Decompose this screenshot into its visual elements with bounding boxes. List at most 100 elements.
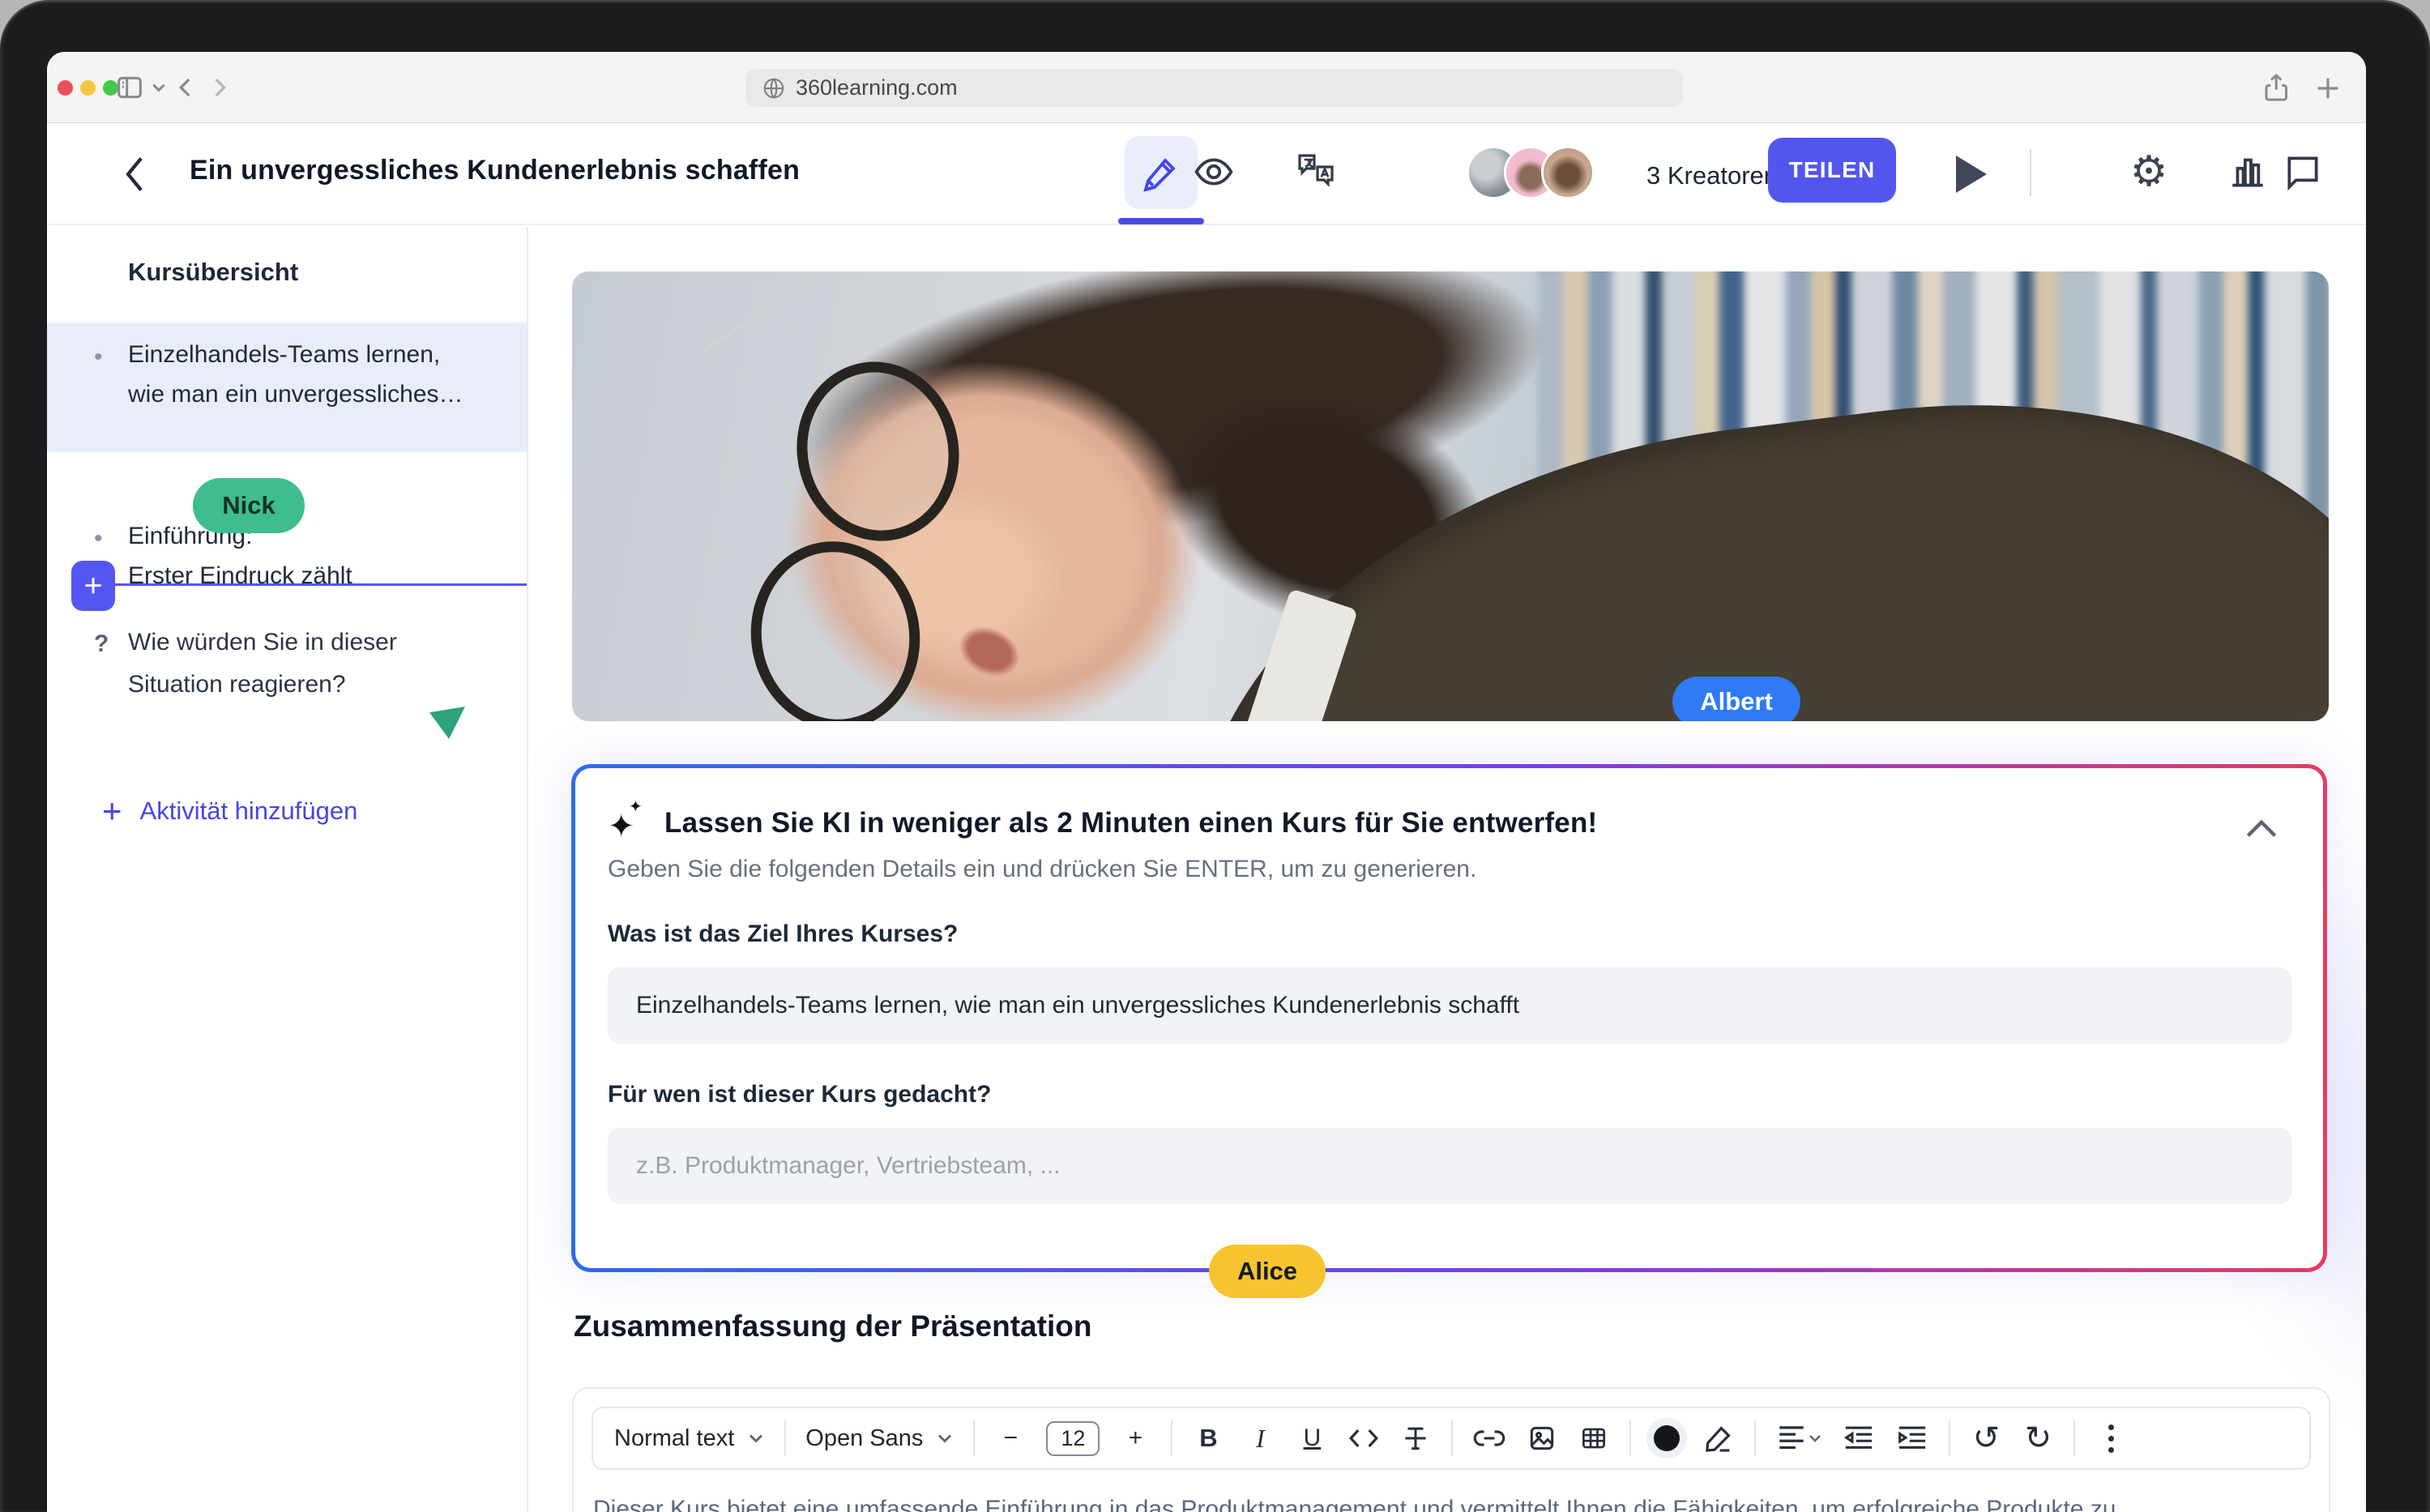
paragraph-style-select[interactable]: Normal text — [614, 1425, 765, 1452]
statistics-button[interactable] — [2219, 143, 2277, 201]
chevron-down-icon — [747, 1433, 765, 1444]
goal-field-label: Was ist das Ziel Ihres Kurses? — [608, 920, 2291, 948]
align-left-icon — [1775, 1424, 1808, 1453]
question-mark-icon: ? — [94, 630, 109, 658]
translate-icon — [1293, 149, 1339, 194]
underline-button[interactable]: U — [1296, 1417, 1328, 1459]
tab-preview-mode[interactable] — [1185, 143, 1243, 201]
chevron-down-icon[interactable] — [151, 81, 167, 94]
creator-avatars[interactable] — [1467, 146, 1595, 199]
increase-font-size-button[interactable]: + — [1119, 1417, 1151, 1459]
indent-icon — [1895, 1424, 1929, 1453]
table-icon — [1578, 1423, 1609, 1454]
sidebar-heading: Kursübersicht — [128, 258, 298, 287]
chevron-down-icon — [1808, 1433, 1822, 1443]
sparkle-icon: ✦✦ — [608, 805, 643, 841]
globe-icon — [762, 76, 786, 100]
content-layout: Kursübersicht • Einzelhandels-Teams lern… — [47, 227, 2366, 1512]
color-swatch — [1654, 1425, 1680, 1451]
indent-button[interactable] — [1895, 1417, 1929, 1459]
course-header: Ein unvergessliches Kundenerlebnis schaf… — [47, 123, 2366, 225]
code-icon — [1347, 1424, 1380, 1452]
browser-window: 360learning.com Ein unvergessliches Kund… — [47, 52, 2366, 1512]
forward-nav-icon[interactable] — [203, 71, 235, 104]
bold-button[interactable]: B — [1192, 1417, 1224, 1459]
insert-position-line — [115, 583, 527, 586]
bullet-icon: • — [94, 525, 103, 553]
course-title: Ein unvergessliches Kundenerlebnis schaf… — [190, 155, 800, 186]
highlight-button[interactable] — [1702, 1417, 1735, 1459]
ai-panel-title: Lassen Sie KI in weniger als 2 Minuten e… — [664, 807, 1597, 839]
tab-overview-icon[interactable] — [2361, 71, 2366, 105]
cursor-pointer-icon — [429, 707, 465, 739]
back-icon[interactable] — [122, 154, 149, 194]
link-icon — [1472, 1424, 1506, 1452]
browser-toolbar: 360learning.com — [47, 52, 2366, 123]
highlighter-icon — [1702, 1422, 1735, 1454]
course-outline-sidebar: Kursübersicht • Einzelhandels-Teams lern… — [47, 227, 528, 1512]
presentation-summary-text[interactable]: Dieser Kurs bietet eine umfassende Einfü… — [593, 1491, 2287, 1512]
text-color-button[interactable] — [1651, 1417, 1683, 1459]
header-divider — [2030, 149, 2031, 196]
collaborator-cursor-albert: Albert — [1672, 677, 1800, 721]
share-icon[interactable] — [2261, 71, 2295, 105]
collapse-panel-button[interactable] — [2245, 818, 2278, 839]
play-button[interactable] — [1956, 156, 1987, 193]
font-size-value[interactable]: 12 — [1046, 1421, 1100, 1456]
eye-icon — [1192, 150, 1236, 194]
plus-icon: + — [102, 794, 122, 828]
align-select[interactable] — [1775, 1417, 1822, 1459]
decrease-font-size-button[interactable]: − — [994, 1417, 1027, 1459]
sidebar-item-label[interactable]: Einzelhandels-Teams lernen, wie man ein … — [128, 335, 463, 414]
undo-button[interactable]: ↺ — [1970, 1417, 2002, 1459]
audience-field-label: Für wen ist dieser Kurs gedacht? — [608, 1081, 2291, 1108]
minimize-window-button[interactable] — [80, 80, 96, 96]
avatar — [1541, 146, 1595, 199]
bar-chart-icon — [2227, 152, 2268, 192]
collaborator-cursor-nick: Nick — [193, 478, 305, 533]
collaborator-cursor-alice: Alice — [1209, 1245, 1326, 1298]
redo-button[interactable]: ↻ — [2022, 1417, 2054, 1459]
italic-button[interactable]: I — [1244, 1417, 1276, 1459]
creators-count: 3 Kreatoren — [1646, 161, 1778, 190]
font-family-select[interactable]: Open Sans — [805, 1425, 954, 1452]
sidebar-toggle-icon[interactable] — [113, 71, 146, 104]
pencil-icon — [1142, 153, 1181, 192]
outdent-button[interactable] — [1842, 1417, 1876, 1459]
address-bar[interactable]: 360learning.com — [745, 69, 1683, 107]
strikethrough-button[interactable] — [1399, 1417, 1432, 1459]
code-button[interactable] — [1347, 1417, 1380, 1459]
sidebar-item-question[interactable]: Wie würden Sie in dieser Situation reagi… — [128, 621, 397, 706]
goal-input[interactable] — [608, 967, 2291, 1044]
bullet-icon: • — [94, 344, 103, 371]
new-tab-icon[interactable] — [2311, 71, 2345, 105]
chevron-down-icon — [936, 1433, 954, 1444]
translate-button[interactable] — [1287, 143, 1345, 201]
link-button[interactable] — [1472, 1417, 1506, 1459]
outdent-icon — [1842, 1424, 1876, 1453]
gear-icon: ⚙ — [2130, 151, 2168, 193]
audience-input[interactable] — [608, 1128, 2291, 1204]
back-nav-icon[interactable] — [170, 71, 203, 104]
more-options-button[interactable] — [2095, 1417, 2127, 1459]
insert-table-button[interactable] — [1578, 1417, 1610, 1459]
active-tab-indicator — [1118, 218, 1204, 224]
settings-button[interactable]: ⚙ — [2120, 143, 2178, 201]
image-icon — [1527, 1423, 1557, 1454]
ai-panel-subtitle: Geben Sie die folgenden Details ein und … — [608, 856, 2291, 883]
close-window-button[interactable] — [58, 80, 73, 96]
course-cover-image[interactable]: Albert — [572, 271, 2329, 721]
section-title: Zusammenfassung der Präsentation — [574, 1309, 1091, 1343]
chevron-up-icon — [2245, 818, 2278, 839]
comment-icon — [2283, 152, 2323, 192]
url-text: 360learning.com — [796, 75, 958, 100]
add-activity-button[interactable]: + Aktivität hinzufügen — [102, 794, 357, 828]
course-editor-main: Albert ✦✦ Lassen Sie KI in weniger als 2… — [528, 227, 2366, 1512]
rich-text-editor: Normal text Open Sans − 12 + B — [572, 1387, 2330, 1512]
share-course-button[interactable]: TEILEN — [1768, 138, 1896, 203]
ai-course-generator-panel: ✦✦ Lassen Sie KI in weniger als 2 Minute… — [571, 764, 2327, 1272]
comments-button[interactable] — [2274, 143, 2332, 201]
insert-activity-button[interactable]: + — [71, 561, 115, 611]
insert-image-button[interactable] — [1526, 1417, 1558, 1459]
360learning-app: Ein unvergessliches Kundenerlebnis schaf… — [47, 123, 2366, 1512]
